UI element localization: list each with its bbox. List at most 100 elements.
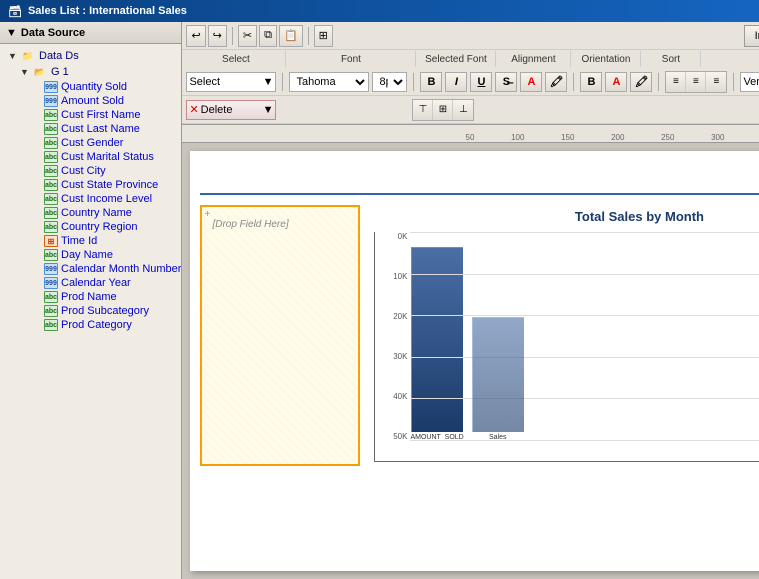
italic-button[interactable]: I [445, 72, 467, 92]
font-name-select[interactable]: Tahoma [289, 72, 369, 92]
time-icon-timeid: ⊞ [44, 235, 58, 247]
tree-label-custgender: Cust Gender [61, 137, 123, 149]
tree-item-timeid[interactable]: ⊞ Time Id [0, 234, 181, 248]
tree-item-g1[interactable]: ▼ 📂 G 1 [0, 64, 181, 80]
text-icon-dayname: abc [44, 249, 58, 261]
select-dropdown[interactable]: Select ▼ [186, 72, 276, 92]
toolbar-controls-row3: Select ▼ Tahoma 8pt B I U S̶ A � [182, 68, 759, 96]
toolbar-row-1: ↩ ↪ ✂ ⧉ 📋 ⊞ Insert Page Layout List [182, 22, 759, 50]
toolbar-area: ↩ ↪ ✂ ⧉ 📋 ⊞ Insert Page Layout List Sele… [182, 22, 759, 125]
align-center-btn[interactable]: ≡ [686, 72, 706, 92]
tree-item-custcity[interactable]: abc Cust City [0, 164, 181, 178]
tree-item-custmaritalstatus[interactable]: abc Cust Marital Status [0, 150, 181, 164]
section-label-selectedfont: Selected Font [416, 51, 496, 67]
tree-label-countryregion: Country Region [61, 221, 137, 233]
paste-button[interactable]: 📋 [279, 25, 303, 47]
bar-label-sales: Sales [489, 434, 507, 441]
folder-icon-g1: 📂 [32, 65, 48, 79]
text-icon-custlastname: abc [44, 123, 58, 135]
tree-item-dayname[interactable]: abc Day Name [0, 248, 181, 262]
text-icon-custgender: abc [44, 137, 58, 149]
font-color-button[interactable]: A [520, 72, 542, 92]
align-right-btn[interactable]: ≡ [706, 72, 726, 92]
tree-item-prodname[interactable]: abc Prod Name [0, 290, 181, 304]
bold-button[interactable]: B [420, 72, 442, 92]
delete-dropdown[interactable]: ✕ Delete ▼ [186, 100, 276, 120]
font-size-select[interactable]: 8pt [372, 72, 407, 92]
tree-label-calmonthnum: Calendar Month Number [61, 263, 181, 275]
tree-label-custfirstname: Cust First Name [61, 109, 140, 121]
separator-2 [308, 27, 309, 45]
panel-toggle-icon[interactable]: ▼ [6, 27, 17, 39]
ruler-mark-200: 200 [576, 133, 626, 142]
cut-button[interactable]: ✂ [238, 25, 257, 47]
valign-bot-btn[interactable]: ⊥ [453, 100, 473, 120]
drop-field-area[interactable]: + [Drop Field Here] [200, 205, 360, 466]
tree-label-amountsold: Amount Sold [61, 95, 124, 107]
bar-wrapper-amountsold: AMOUNT_SOLD [410, 247, 463, 441]
tree-item-calyear[interactable]: 999 Calendar Year [0, 276, 181, 290]
numeric-icon-calyear: 999 [44, 277, 58, 289]
underline-button[interactable]: U [470, 72, 492, 92]
chart-y-axis: 50K 40K 30K 20K 10K 0K [375, 232, 410, 441]
ruler-mark-350: 350 [726, 133, 759, 142]
selfont-color-button[interactable]: A [605, 72, 627, 92]
toolbar-labels: Select Font Selected Font Alignment Orie… [182, 50, 759, 68]
text-icon-custstateprovince: abc [44, 179, 58, 191]
copy-button[interactable]: ⧉ [259, 25, 277, 47]
tree-item-calmonthnum[interactable]: 999 Calendar Month Number [0, 262, 181, 276]
highlight-button[interactable]: 🖍 [545, 72, 567, 92]
tree-label-dayname: Day Name [61, 249, 113, 261]
title-bar-text: Sales List : International Sales [28, 5, 187, 17]
separator-6 [658, 73, 659, 91]
orientation-label: Vertical [743, 76, 759, 88]
tree-item-countryname[interactable]: abc Country Name [0, 206, 181, 220]
redo-button[interactable]: ↪ [208, 25, 227, 47]
chart-title: Total Sales by Month [374, 209, 759, 224]
tree-item-countryregion[interactable]: abc Country Region [0, 220, 181, 234]
folder-icon-datads: 📁 [20, 49, 36, 63]
align-left-btn[interactable]: ≡ [666, 72, 686, 92]
panel-header: ▼ Data Source [0, 22, 181, 44]
section-label-sort: Sort [641, 51, 701, 67]
tree-item-quantitysold[interactable]: 999 Quantity Sold [0, 80, 181, 94]
selfont-bold-button[interactable]: B [580, 72, 602, 92]
orientation-dropdown[interactable]: Vertical ▼ [740, 72, 759, 92]
ruler-mark-300: 300 [676, 133, 726, 142]
selfont-highlight-button[interactable]: 🖍 [630, 72, 652, 92]
text-icon-custcity: abc [44, 165, 58, 177]
tree-item-datads[interactable]: ▼ 📁 Data Ds [0, 48, 181, 64]
y-label-0k: 0K [398, 232, 408, 241]
numeric-icon-quantitysold: 999 [44, 81, 58, 93]
tree-item-custstateprovince[interactable]: abc Cust State Province [0, 178, 181, 192]
title-bar: 🗃 Sales List : International Sales [0, 0, 759, 22]
undo-button[interactable]: ↩ [186, 25, 205, 47]
ruler-marks: 50 100 150 200 250 300 350 400 450 500 [426, 125, 759, 142]
title-bar-icon: 🗃 [8, 5, 22, 18]
separator-3 [282, 73, 283, 91]
tree-label-g1: G 1 [51, 66, 69, 78]
bar-amountsold [411, 247, 463, 432]
chart-area: Total Sales by Month [370, 205, 759, 466]
tree-item-amountsold[interactable]: 999 Amount Sold [0, 94, 181, 108]
valign-top-btn[interactable]: ⊤ [413, 100, 433, 120]
tab-insert[interactable]: Insert [744, 25, 759, 47]
other-btn[interactable]: ⊞ [314, 25, 333, 47]
y-label-10k: 10K [393, 272, 407, 281]
tree-label-custincomelevel: Cust Income Level [61, 193, 152, 205]
tree-item-prodcat[interactable]: abc Prod Category [0, 318, 181, 332]
y-label-40k: 40K [393, 392, 407, 401]
valign-mid-btn[interactable]: ⊞ [433, 100, 453, 120]
tree-item-custlastname[interactable]: abc Cust Last Name [0, 122, 181, 136]
tree-item-prodsubcat[interactable]: abc Prod Subcategory [0, 304, 181, 318]
tree-item-custfirstname[interactable]: abc Cust First Name [0, 108, 181, 122]
strikethrough-button[interactable]: S̶ [495, 72, 517, 92]
section-label-select: Select [186, 51, 286, 67]
select-label: Select [189, 76, 220, 88]
text-icon-custincomelevel: abc [44, 193, 58, 205]
ruler-mark-100: 100 [476, 133, 526, 142]
tree-label-countryname: Country Name [61, 207, 132, 219]
tree-item-custgender[interactable]: abc Cust Gender [0, 136, 181, 150]
tree-item-custincomelevel[interactable]: abc Cust Income Level [0, 192, 181, 206]
right-panel: ↩ ↪ ✂ ⧉ 📋 ⊞ Insert Page Layout List Sele… [182, 22, 759, 579]
